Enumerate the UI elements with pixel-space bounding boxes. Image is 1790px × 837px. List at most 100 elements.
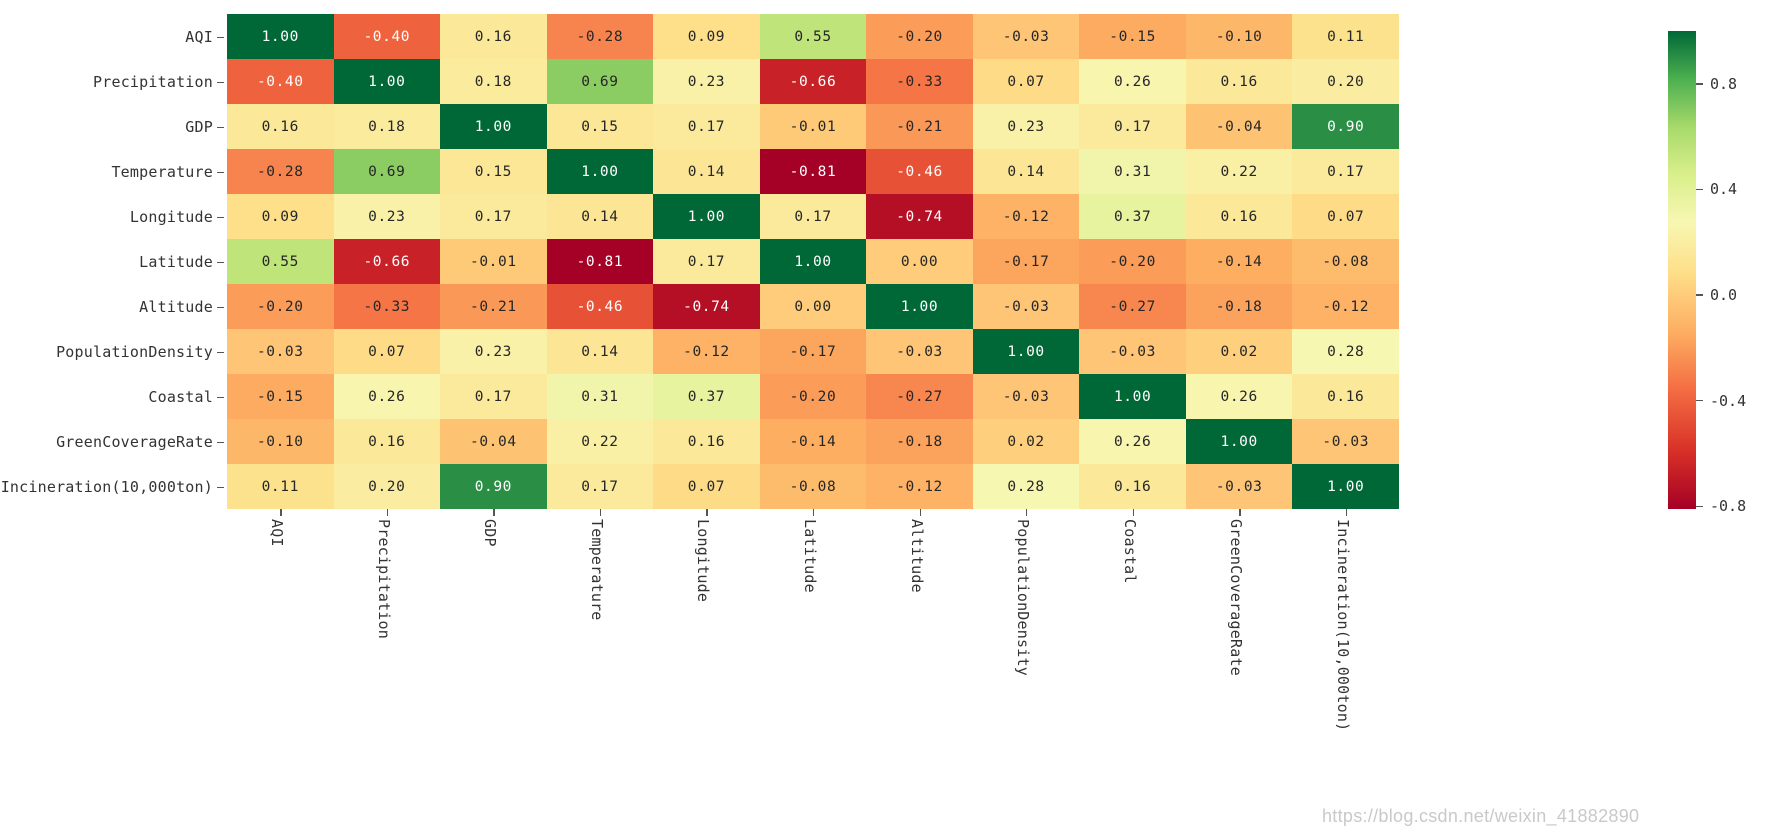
heatmap-cell-value: -0.08 — [1322, 253, 1370, 270]
heatmap-cell-value: 0.26 — [368, 388, 406, 405]
heatmap-cell: 1.00 — [227, 14, 334, 59]
heatmap-cell-value: 0.17 — [794, 208, 832, 225]
heatmap-cell: 0.17 — [759, 194, 867, 239]
heatmap-cell: -0.10 — [227, 419, 334, 464]
x-tick-mark-0 — [280, 509, 282, 516]
heatmap-cell: -0.08 — [1292, 239, 1399, 284]
y-tick-mark-3 — [217, 171, 224, 173]
heatmap-cell-value: 0.37 — [687, 388, 726, 405]
heatmap-cell: 0.28 — [1292, 329, 1399, 374]
heatmap-cell-value: -0.04 — [470, 433, 517, 450]
heatmap-cell-value: -0.04 — [1215, 118, 1263, 135]
heatmap-cell: 0.07 — [1292, 194, 1399, 239]
heatmap-cell-value: -0.03 — [1002, 298, 1050, 315]
heatmap-cell-value: -0.40 — [256, 73, 304, 90]
heatmap-cell: 0.26 — [333, 374, 441, 419]
x-tick-label-3: Temperature — [587, 519, 606, 621]
y-axis-ticklabels: AQI Precipitation GDP Temperature Longitude L… — [0, 14, 227, 509]
heatmap-cell-value: 1.00 — [1007, 343, 1045, 360]
heatmap-cell: -0.03 — [1292, 419, 1399, 464]
heatmap-cell-value: -0.10 — [256, 433, 304, 450]
x-tick-label-1: Precipitation — [374, 519, 393, 639]
heatmap-cell: 0.17 — [440, 374, 547, 419]
x-tick-mark-10 — [1345, 509, 1348, 516]
heatmap-cell-value: 0.28 — [1007, 478, 1045, 495]
heatmap-cell-value: -0.20 — [896, 28, 943, 45]
heatmap-cell-value: 0.02 — [1007, 433, 1045, 450]
heatmap-cell-value: -0.14 — [789, 433, 837, 450]
heatmap-cell-value: 0.07 — [687, 478, 726, 495]
heatmap-cell-value: -0.03 — [1002, 28, 1050, 45]
heatmap-cell: -0.17 — [972, 239, 1080, 284]
heatmap-cell-value: 1.00 — [900, 298, 939, 315]
heatmap-cell: 0.20 — [1292, 59, 1399, 104]
heatmap-cell: 0.22 — [546, 419, 654, 464]
heatmap-cell-value: -0.46 — [576, 298, 624, 315]
heatmap-cell-value: 1.00 — [1113, 388, 1152, 405]
heatmap-cell-value: -0.01 — [470, 253, 517, 270]
heatmap-cell: -0.81 — [546, 239, 654, 284]
heatmap-cell-value: 0.16 — [368, 433, 406, 450]
heatmap-cell: -0.46 — [546, 284, 654, 329]
heatmap-cell: 1.00 — [546, 149, 654, 194]
heatmap-cell-value: 0.14 — [581, 208, 619, 225]
x-tick-label-10: Incineration(10,000ton) — [1333, 519, 1352, 732]
colorbar-tick-text: -0.4 — [1710, 391, 1747, 410]
heatmap-cell-value: -0.33 — [363, 298, 411, 315]
heatmap-cell: 0.15 — [546, 104, 654, 149]
heatmap-cell-value: 0.14 — [1007, 163, 1045, 180]
heatmap-cell: -0.27 — [866, 374, 973, 419]
heatmap-cell-value: -0.27 — [1109, 298, 1156, 315]
heatmap-cell: -0.14 — [759, 419, 867, 464]
x-tick-mark-1 — [386, 509, 389, 516]
heatmap-cell: -0.17 — [759, 329, 867, 374]
heatmap-cell-value: -0.03 — [256, 343, 304, 360]
x-axis-ticklabels: AQI Precipitation GDP Temperature Longitude L… — [227, 509, 1399, 829]
heatmap-cell: -0.10 — [1185, 14, 1293, 59]
heatmap-cell-value: 0.55 — [261, 253, 299, 270]
heatmap-cell-value: 0.37 — [1113, 208, 1152, 225]
heatmap-cell: 1.00 — [1079, 374, 1186, 419]
heatmap-cell: 1.00 — [1185, 419, 1293, 464]
heatmap-cell-value: -0.33 — [896, 73, 943, 90]
y-tick-mark-10 — [217, 486, 224, 488]
heatmap-cell: -0.81 — [759, 149, 867, 194]
heatmap-cell-value: -0.20 — [256, 298, 304, 315]
heatmap-cell-value: -0.03 — [1322, 433, 1370, 450]
heatmap-cell-value: -0.20 — [789, 388, 837, 405]
heatmap-cell-value: 0.26 — [1113, 433, 1152, 450]
heatmap-cell-value: 0.15 — [474, 163, 513, 180]
heatmap-cell-value: -0.27 — [896, 388, 943, 405]
heatmap-cell-value: -0.03 — [1215, 478, 1263, 495]
heatmap-cell-value: -0.15 — [1109, 28, 1156, 45]
heatmap-cell-value: 1.00 — [261, 28, 299, 45]
y-tick-mark-8 — [217, 396, 224, 398]
heatmap-cell: 0.16 — [227, 104, 334, 149]
heatmap-cell: 0.16 — [653, 419, 760, 464]
heatmap-cell: 0.26 — [1079, 59, 1186, 104]
watermark-text: https://blog.csdn.net/weixin_41882890 — [1322, 806, 1640, 826]
heatmap-cell: -0.03 — [972, 374, 1080, 419]
heatmap-cell: 0.16 — [1185, 59, 1293, 104]
heatmap-cell-value: -0.66 — [789, 73, 837, 90]
heatmap-cell-value: 0.00 — [900, 253, 939, 270]
heatmap-cell-value: 0.69 — [368, 163, 406, 180]
heatmap-cell: -0.46 — [866, 149, 973, 194]
heatmap-cell: -0.03 — [972, 14, 1080, 59]
heatmap-cell-value: 0.15 — [581, 118, 619, 135]
x-tick-label-4: Longitude — [694, 519, 713, 603]
heatmap-cell-value: 0.16 — [474, 28, 513, 45]
heatmap-cell-value: 0.90 — [474, 478, 513, 495]
heatmap-cell: 0.11 — [1292, 14, 1399, 59]
heatmap-cell-value: 0.18 — [368, 118, 406, 135]
heatmap-cell-value: 0.16 — [1327, 388, 1365, 405]
heatmap-cell-value: -0.81 — [789, 163, 837, 180]
heatmap-cell-value: -0.01 — [789, 118, 837, 135]
heatmap-cell: 0.37 — [1079, 194, 1186, 239]
heatmap-cell: 0.14 — [546, 329, 654, 374]
heatmap-cell: 1.00 — [440, 104, 547, 149]
colorbar-tick-mark-3 — [1696, 400, 1703, 402]
heatmap-cell-value: 1.00 — [794, 253, 832, 270]
heatmap-cell: -0.12 — [866, 464, 973, 509]
heatmap-cell-value: 0.17 — [687, 253, 726, 270]
